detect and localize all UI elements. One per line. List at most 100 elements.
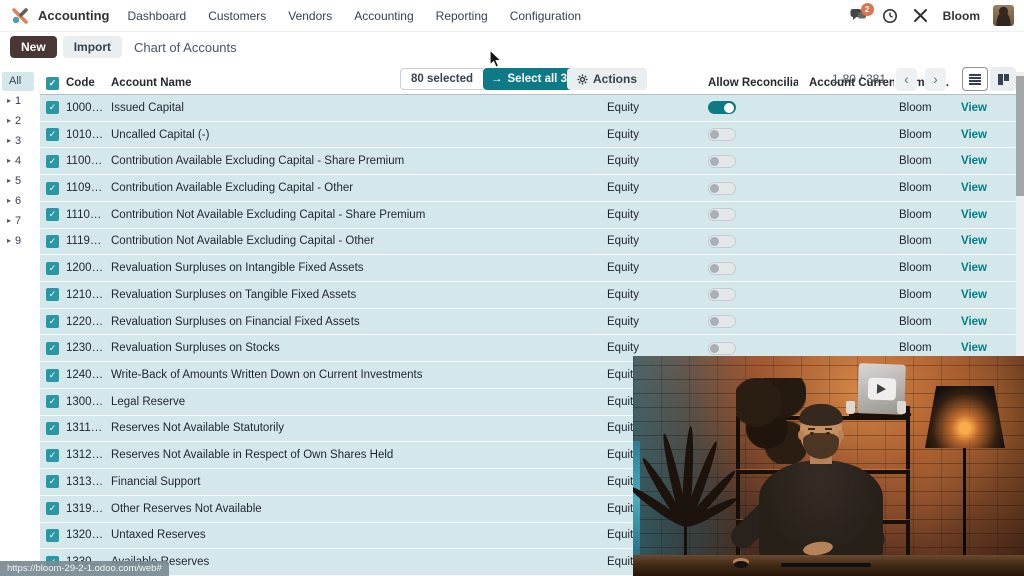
view-button[interactable]: View bbox=[954, 342, 998, 354]
kanban-view-button[interactable] bbox=[990, 67, 1016, 91]
tools-icon[interactable] bbox=[912, 7, 930, 25]
column-header-allow-reconciliation[interactable]: Allow Reconciliati… bbox=[700, 77, 798, 89]
menu-item[interactable]: Dashboard bbox=[128, 9, 187, 23]
select-all-checkbox[interactable]: ✓ bbox=[46, 76, 59, 90]
pager-previous-button[interactable]: ‹ bbox=[896, 67, 917, 91]
table-row[interactable]: ✓ 1200… Revaluation Surpluses on Intangi… bbox=[40, 255, 1016, 283]
pager-next-button[interactable]: › bbox=[925, 67, 946, 91]
floor-lamp-pole bbox=[963, 448, 966, 560]
sidebar-group-item[interactable]: ▸ 5 bbox=[0, 171, 40, 191]
row-checkbox[interactable]: ✓ bbox=[46, 128, 59, 142]
row-checkbox[interactable]: ✓ bbox=[46, 101, 59, 115]
row-checkbox[interactable]: ✓ bbox=[46, 448, 59, 462]
view-button[interactable]: View bbox=[954, 155, 998, 167]
menu-item[interactable]: Configuration bbox=[510, 9, 581, 23]
view-button[interactable]: View bbox=[954, 262, 998, 274]
plant-stem bbox=[684, 524, 687, 558]
reconcile-toggle[interactable] bbox=[708, 154, 736, 168]
row-checkbox[interactable]: ✓ bbox=[46, 475, 59, 489]
list-view-button[interactable] bbox=[962, 67, 988, 91]
reconcile-toggle[interactable] bbox=[708, 315, 736, 329]
new-button[interactable]: New bbox=[10, 36, 57, 58]
row-account-name: Other Reserves Not Available bbox=[111, 502, 262, 515]
row-checkbox[interactable]: ✓ bbox=[46, 208, 59, 222]
row-checkbox[interactable]: ✓ bbox=[46, 261, 59, 275]
table-row[interactable]: ✓ 1109… Contribution Available Excluding… bbox=[40, 175, 1016, 202]
row-checkbox[interactable]: ✓ bbox=[46, 395, 59, 409]
table-row[interactable]: ✓ 1119… Contribution Not Available Exclu… bbox=[40, 228, 1016, 256]
accounting-app-logo-icon[interactable] bbox=[10, 6, 30, 26]
row-checkbox[interactable]: ✓ bbox=[46, 288, 59, 302]
table-row[interactable]: ✓ 1220… Revaluation Surpluses on Financi… bbox=[40, 308, 1016, 336]
column-header-code[interactable]: Code bbox=[66, 77, 105, 89]
sidebar-group-item[interactable]: ▸ 2 bbox=[0, 111, 40, 131]
reconcile-toggle[interactable] bbox=[708, 234, 736, 248]
row-checkbox[interactable]: ✓ bbox=[46, 528, 59, 542]
sidebar-group-item[interactable]: ▸ 3 bbox=[0, 131, 40, 151]
row-checkbox[interactable]: ✓ bbox=[46, 315, 59, 329]
user-avatar[interactable] bbox=[993, 5, 1014, 26]
row-account-name: Contribution Not Available Excluding Cap… bbox=[111, 208, 426, 221]
row-checkbox[interactable]: ✓ bbox=[46, 234, 59, 248]
row-account-name: Financial Support bbox=[111, 475, 201, 488]
reconcile-toggle[interactable] bbox=[708, 208, 736, 222]
caret-right-icon: ▸ bbox=[7, 116, 12, 125]
menu-item[interactable]: Reporting bbox=[436, 9, 488, 23]
row-checkbox[interactable]: ✓ bbox=[46, 368, 59, 382]
sidebar-group-item[interactable]: ▸ 6 bbox=[0, 191, 40, 211]
company-switcher[interactable]: Bloom bbox=[943, 9, 980, 23]
reconcile-toggle[interactable] bbox=[708, 288, 736, 302]
row-type: Equity bbox=[607, 182, 639, 195]
row-company: Bloom bbox=[899, 342, 932, 355]
reconcile-toggle[interactable] bbox=[708, 341, 736, 355]
scrollbar-thumb[interactable] bbox=[1016, 76, 1024, 196]
video-overlay[interactable] bbox=[633, 356, 1024, 576]
row-type: Equity bbox=[607, 208, 639, 221]
view-button[interactable]: View bbox=[954, 289, 998, 301]
sidebar-group-item[interactable]: ▸ 1 bbox=[0, 91, 40, 111]
white-vase bbox=[846, 401, 855, 414]
view-button[interactable]: View bbox=[954, 129, 998, 141]
table-row[interactable]: ✓ 1100… Contribution Available Excluding… bbox=[40, 148, 1016, 176]
row-account-name: Revaluation Surpluses on Financial Fixed… bbox=[111, 315, 360, 328]
view-button[interactable]: View bbox=[954, 235, 998, 247]
top-navbar: Accounting Dashboard Customers Vendors Acco… bbox=[0, 0, 1024, 32]
actions-button[interactable]: Actions bbox=[567, 68, 648, 90]
row-checkbox[interactable]: ✓ bbox=[46, 181, 59, 195]
row-account-name: Reserves Not Available in Respect of Own… bbox=[111, 449, 394, 462]
view-button[interactable]: View bbox=[954, 102, 998, 114]
view-button[interactable]: View bbox=[954, 209, 998, 221]
row-account-name: Revaluation Surpluses on Tangible Fixed … bbox=[111, 288, 357, 301]
check-icon: ✓ bbox=[48, 316, 57, 327]
menu-item[interactable]: Accounting bbox=[354, 9, 413, 23]
reconcile-toggle[interactable] bbox=[708, 181, 736, 195]
menu-item[interactable]: Vendors bbox=[288, 9, 332, 23]
view-button[interactable]: View bbox=[954, 316, 998, 328]
table-row[interactable]: ✓ 1210… Revaluation Surpluses on Tangibl… bbox=[40, 282, 1016, 309]
sidebar-group-item[interactable]: ▸ 7 bbox=[0, 211, 40, 231]
sidebar-item-all[interactable]: All bbox=[2, 72, 34, 91]
reconcile-toggle[interactable] bbox=[708, 128, 736, 142]
app-name[interactable]: Accounting bbox=[38, 8, 110, 23]
row-checkbox[interactable]: ✓ bbox=[46, 154, 59, 168]
reconcile-toggle[interactable] bbox=[708, 101, 736, 115]
row-company: Bloom bbox=[899, 315, 932, 328]
activities-clock-icon[interactable] bbox=[881, 7, 899, 25]
row-type: Equity bbox=[607, 315, 639, 328]
shelf-post bbox=[906, 406, 910, 556]
row-checkbox[interactable]: ✓ bbox=[46, 502, 59, 516]
import-button[interactable]: Import bbox=[62, 36, 123, 58]
table-row[interactable]: ✓ 1000… Issued Capital Equity Bloom View bbox=[40, 95, 1016, 122]
row-checkbox[interactable]: ✓ bbox=[46, 421, 59, 435]
sidebar-group-item[interactable]: ▸ 4 bbox=[0, 151, 40, 171]
sidebar-group-label: 7 bbox=[15, 215, 22, 227]
row-checkbox[interactable]: ✓ bbox=[46, 341, 59, 355]
sidebar-group-item[interactable]: ▸ 9 bbox=[0, 231, 40, 251]
messages-icon[interactable]: 2 bbox=[850, 2, 874, 25]
view-button[interactable]: View bbox=[954, 182, 998, 194]
menu-item[interactable]: Customers bbox=[208, 9, 266, 23]
reconcile-toggle[interactable] bbox=[708, 261, 736, 275]
row-type: Equity bbox=[607, 235, 639, 248]
table-row[interactable]: ✓ 1010… Uncalled Capital (-) Equity Bloo… bbox=[40, 121, 1016, 149]
table-row[interactable]: ✓ 1110… Contribution Not Available Exclu… bbox=[40, 201, 1016, 229]
